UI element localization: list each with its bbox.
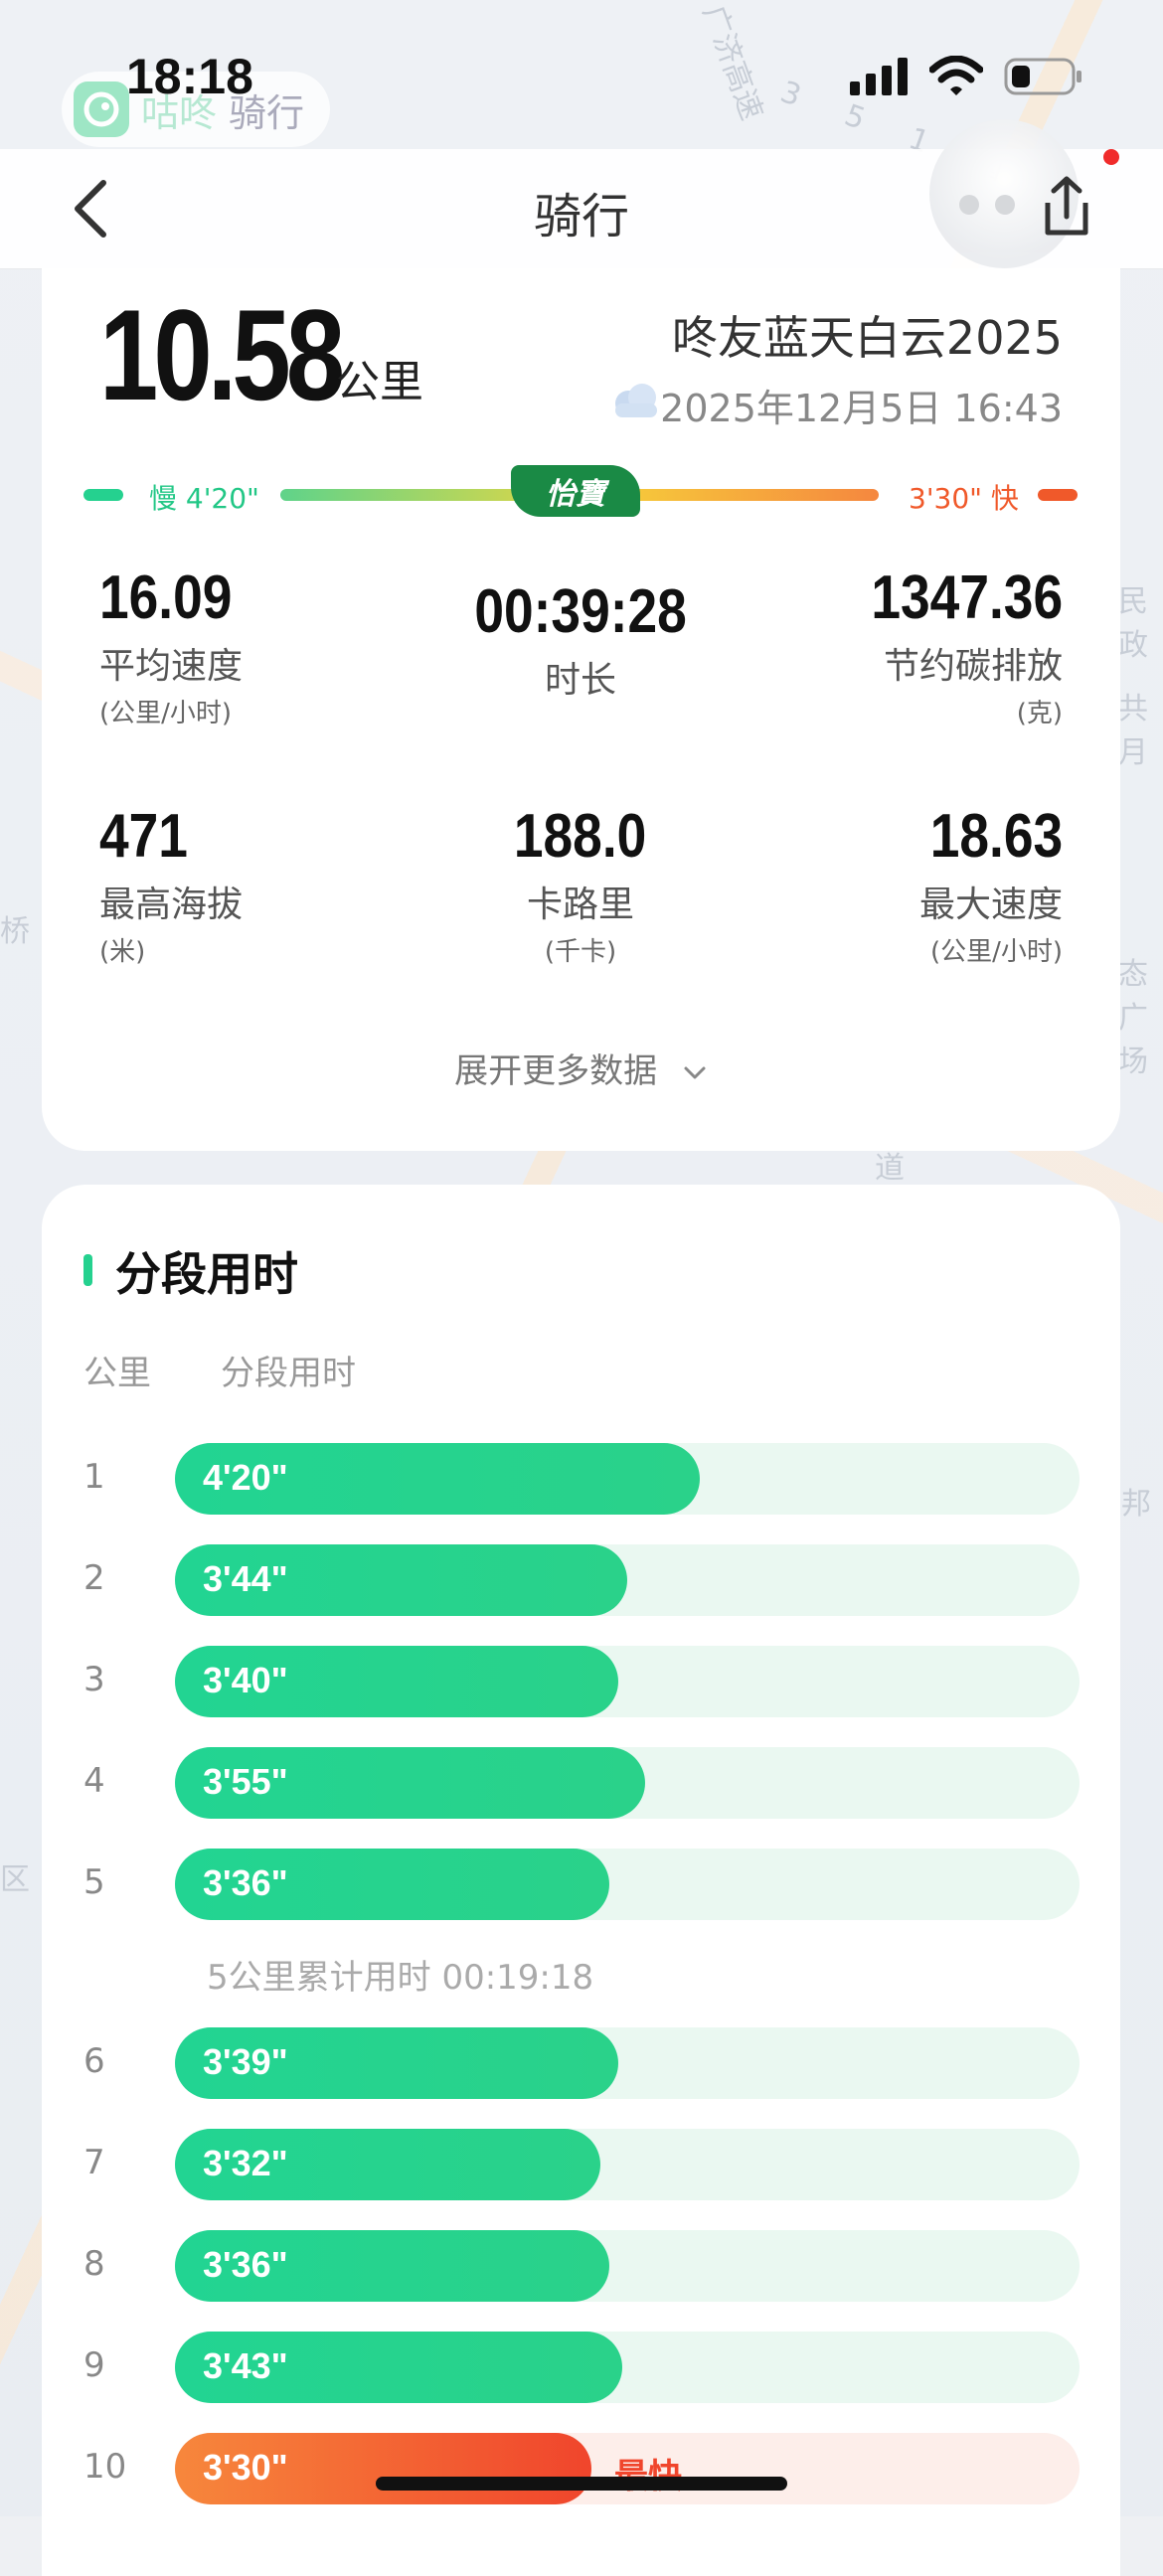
- cloud-weather-icon: [615, 384, 657, 417]
- stat-unit: (克): [1016, 699, 1063, 728]
- ride-date: 2025年12月5日 16:43: [660, 387, 1063, 430]
- split-km: 1: [83, 1457, 105, 1497]
- map-label: 桥: [0, 914, 30, 949]
- split-km: 3: [83, 1660, 105, 1699]
- map-label: 邦: [1121, 1487, 1151, 1522]
- stat-value: 188.0: [514, 802, 647, 871]
- fast-marker: [1038, 489, 1078, 501]
- map-label: 民政: [1118, 584, 1148, 663]
- split-time: 3'43": [203, 2345, 288, 2386]
- section-marker: [83, 1254, 92, 1286]
- summary-card: 10.58 公里 咚友蓝天白云2025 2025年12月5日 16:43 16.…: [42, 268, 1120, 1151]
- split-km: 2: [83, 1558, 105, 1598]
- col-header-km: 公里: [83, 1354, 151, 1393]
- splits-card: 分段用时 公里 分段用时 1 4'20" 2 3'44" 3 3'40" 4 3'55" 5 3'…: [42, 1185, 1120, 2576]
- col-header-time: 分段用时: [221, 1354, 356, 1393]
- cumulative-5km: 5公里累计用时 00:19:18: [207, 1958, 594, 1998]
- split-row: 1 4'20": [42, 1443, 1120, 1515]
- stat-duration: 00:39:28 时长: [431, 576, 730, 703]
- split-row: 5 3'36": [42, 1849, 1120, 1920]
- stat-label: 平均速度: [99, 646, 244, 687]
- split-row: 8 3'36": [42, 2230, 1120, 2302]
- stat-value: 18.63: [929, 802, 1063, 871]
- stat-label: 节约碳排放: [883, 646, 1063, 687]
- stat-value: 1347.36: [871, 564, 1063, 632]
- stat-label: 最高海拔: [99, 885, 244, 925]
- share-icon[interactable]: [1034, 171, 1099, 246]
- pace-slow-label: 慢 4'20": [149, 482, 259, 515]
- stat-unit: (公里/小时): [929, 937, 1063, 967]
- split-time: 3'32": [203, 2143, 288, 2183]
- status-time: 18:18: [126, 49, 253, 104]
- split-km: 9: [83, 2345, 105, 2385]
- nav-bar: 骑行: [0, 119, 1163, 269]
- stat-calories: 188.0 卡路里 (千卡): [431, 801, 730, 968]
- map-label: 态广场: [1118, 957, 1148, 1079]
- stat-unit: (公里/小时): [99, 699, 233, 728]
- slow-marker: [83, 489, 123, 501]
- split-time: 3'40": [203, 1660, 288, 1700]
- map-label: 共月: [1118, 692, 1148, 770]
- split-row: 4 3'55": [42, 1747, 1120, 1819]
- pace-fast-label: 3'30" 快: [909, 482, 1019, 515]
- split-time: 3'36": [203, 2244, 288, 2285]
- stat-value: 471: [99, 802, 188, 871]
- expand-more-button[interactable]: 展开更多数据: [42, 1044, 1120, 1092]
- split-row: 9 3'43": [42, 2332, 1120, 2403]
- ride-name: 咚友蓝天白云2025: [671, 311, 1063, 365]
- split-km: 5: [83, 1862, 105, 1902]
- distance-unit: 公里: [336, 357, 423, 407]
- stat-carbon: 1347.36 节约碳排放 (克): [840, 563, 1063, 729]
- splits-title: 分段用时: [115, 1247, 298, 1301]
- split-km: 4: [83, 1761, 105, 1801]
- stat-max-altitude: 471 最高海拔 (米): [99, 801, 243, 968]
- split-row: 103'30"最快: [42, 2433, 1120, 2504]
- split-km: 10: [83, 2447, 127, 2487]
- app-logo-icon: [74, 81, 129, 137]
- split-row: 6 3'39": [42, 2027, 1120, 2099]
- split-time: 3'36": [203, 1862, 288, 1903]
- split-row: 3 3'40": [42, 1646, 1120, 1717]
- split-row: 2 3'44": [42, 1544, 1120, 1616]
- split-km: 8: [83, 2244, 105, 2284]
- split-time: 3'55": [203, 1761, 288, 1802]
- split-time: 3'44": [203, 1558, 288, 1599]
- split-row: 7 3'32": [42, 2129, 1120, 2200]
- expand-more-label: 展开更多数据: [454, 1051, 658, 1091]
- split-km: 7: [83, 2143, 105, 2182]
- stat-avg-speed: 16.09 平均速度 (公里/小时): [99, 563, 253, 729]
- stat-label: 时长: [544, 660, 616, 701]
- chevron-down-icon: [684, 1066, 706, 1078]
- stat-value: 16.09: [99, 564, 233, 632]
- stat-value: 00:39:28: [474, 577, 687, 646]
- home-indicator[interactable]: [376, 2477, 787, 2491]
- split-time: 3'30": [203, 2447, 288, 2488]
- pace-scale: 慢 4'20" 怡寶 3'30" 快: [0, 463, 1163, 523]
- stat-label: 最大速度: [918, 885, 1063, 925]
- wifi-icon: [929, 56, 983, 95]
- stat-max-speed: 18.63 最大速度 (公里/小时): [909, 801, 1063, 968]
- cellular-signal-icon: [850, 58, 908, 95]
- brand-logo: 怡寶: [511, 465, 640, 517]
- stat-unit: (米): [99, 937, 146, 967]
- notification-dot: [1103, 149, 1119, 165]
- split-time: 4'20": [203, 1457, 288, 1498]
- battery-icon: [1004, 58, 1081, 95]
- stat-unit: (千卡): [544, 937, 617, 967]
- split-km: 6: [83, 2041, 105, 2081]
- distance-value: 10.58: [99, 282, 345, 427]
- stat-label: 卡路里: [526, 885, 634, 925]
- split-time: 3'39": [203, 2041, 288, 2082]
- map-label: 区: [0, 1862, 30, 1897]
